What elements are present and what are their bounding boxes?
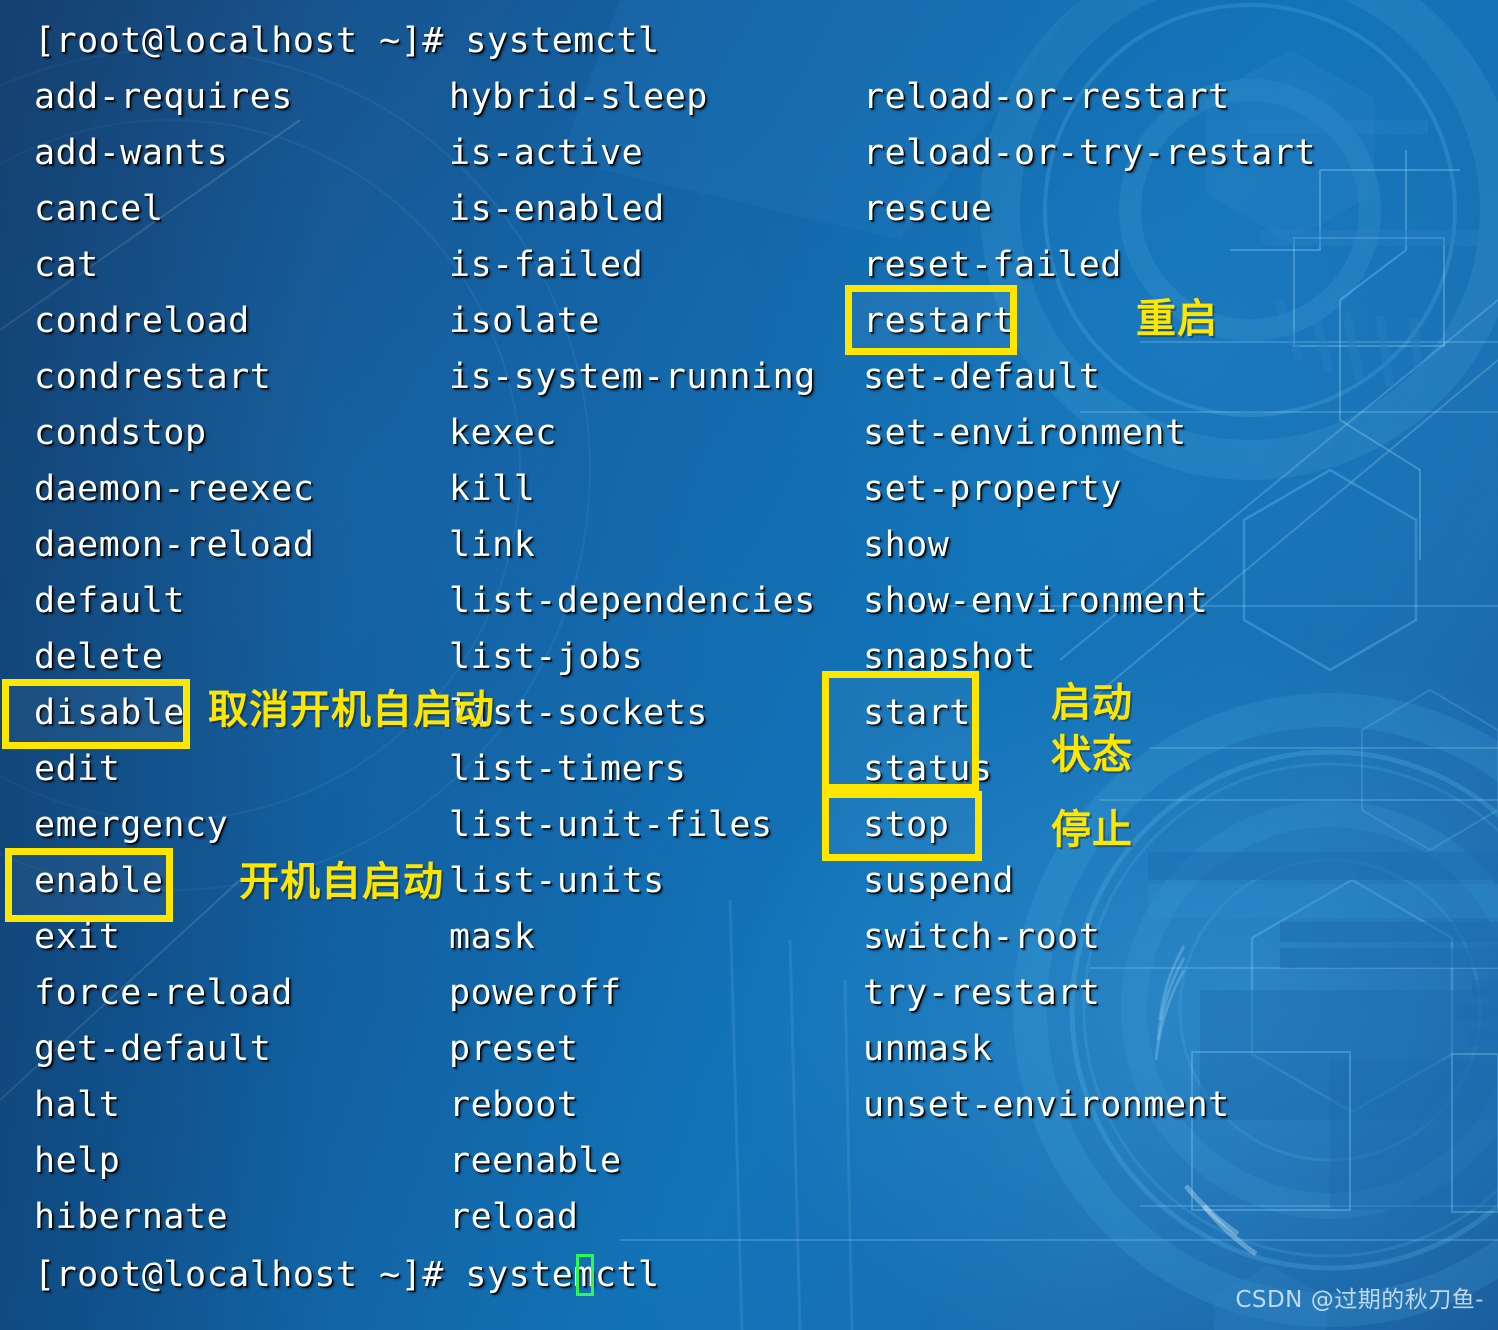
command-halt[interactable]: halt bbox=[34, 1086, 120, 1124]
command-set-environment[interactable]: set-environment bbox=[863, 414, 1187, 452]
command-mask[interactable]: mask bbox=[449, 918, 535, 956]
annotation-status: 状态 bbox=[1051, 732, 1133, 778]
command-reload[interactable]: reload bbox=[449, 1198, 578, 1236]
command-daemon-reexec[interactable]: daemon-reexec bbox=[34, 470, 314, 508]
command-kill[interactable]: kill bbox=[449, 470, 535, 508]
command-list-dependencies[interactable]: list-dependencies bbox=[449, 582, 816, 620]
annotation-stop: 停止 bbox=[1051, 807, 1133, 853]
highlight-box-enable bbox=[5, 848, 173, 922]
command-is-system-running[interactable]: is-system-running bbox=[449, 358, 816, 396]
command-emergency[interactable]: emergency bbox=[34, 806, 228, 844]
command-condrestart[interactable]: condrestart bbox=[34, 358, 271, 396]
command-reset-failed[interactable]: reset-failed bbox=[863, 246, 1122, 284]
command-list-unit-files[interactable]: list-unit-files bbox=[449, 806, 773, 844]
command-hibernate[interactable]: hibernate bbox=[34, 1198, 228, 1236]
command-daemon-reload[interactable]: daemon-reload bbox=[34, 526, 314, 564]
command-rescue[interactable]: rescue bbox=[863, 190, 992, 228]
annotation-start: 启动 bbox=[1051, 680, 1133, 726]
highlight-box-stop bbox=[822, 791, 982, 861]
command-isolate[interactable]: isolate bbox=[449, 302, 600, 340]
command-try-restart[interactable]: try-restart bbox=[863, 974, 1100, 1012]
command-preset[interactable]: preset bbox=[449, 1030, 578, 1068]
highlight-box-restart bbox=[845, 285, 1017, 355]
command-show[interactable]: show bbox=[863, 526, 949, 564]
terminal-screenshot: [root@localhost ~]# systemctl add-requir… bbox=[0, 0, 1498, 1330]
command-help[interactable]: help bbox=[34, 1142, 120, 1180]
command-link[interactable]: link bbox=[449, 526, 535, 564]
command-add-requires[interactable]: add-requires bbox=[34, 78, 293, 116]
command-list-units[interactable]: list-units bbox=[449, 862, 665, 900]
highlight-box-disable bbox=[2, 679, 190, 749]
command-suspend[interactable]: suspend bbox=[863, 862, 1014, 900]
csdn-watermark: CSDN @过期的秋刀鱼- bbox=[1235, 1287, 1484, 1313]
command-reboot[interactable]: reboot bbox=[449, 1086, 578, 1124]
command-is-failed[interactable]: is-failed bbox=[449, 246, 643, 284]
annotation-enable: 开机自启动 bbox=[239, 859, 444, 905]
command-reload-or-restart[interactable]: reload-or-restart bbox=[863, 78, 1230, 116]
command-reload-or-try-restart[interactable]: reload-or-try-restart bbox=[863, 134, 1316, 172]
prompt-line-bottom: [root@localhost ~]# systemctl bbox=[34, 1255, 660, 1295]
command-switch-root[interactable]: switch-root bbox=[863, 918, 1100, 956]
block-cursor bbox=[576, 1254, 594, 1296]
terminal-output: [root@localhost ~]# systemctl add-requir… bbox=[0, 0, 1498, 1330]
command-delete[interactable]: delete bbox=[34, 638, 163, 676]
command-is-active[interactable]: is-active bbox=[449, 134, 643, 172]
command-unset-environment[interactable]: unset-environment bbox=[863, 1086, 1230, 1124]
annotation-disable: 取消开机自启动 bbox=[208, 687, 495, 733]
command-default[interactable]: default bbox=[34, 582, 185, 620]
command-reenable[interactable]: reenable bbox=[449, 1142, 622, 1180]
command-add-wants[interactable]: add-wants bbox=[34, 134, 228, 172]
command-set-property[interactable]: set-property bbox=[863, 470, 1122, 508]
command-hybrid-sleep[interactable]: hybrid-sleep bbox=[449, 78, 708, 116]
command-condstop[interactable]: condstop bbox=[34, 414, 207, 452]
command-condreload[interactable]: condreload bbox=[34, 302, 250, 340]
command-set-default[interactable]: set-default bbox=[863, 358, 1100, 396]
command-show-environment[interactable]: show-environment bbox=[863, 582, 1208, 620]
command-cat[interactable]: cat bbox=[34, 246, 99, 284]
command-unmask[interactable]: unmask bbox=[863, 1030, 992, 1068]
command-poweroff[interactable]: poweroff bbox=[449, 974, 622, 1012]
command-list-jobs[interactable]: list-jobs bbox=[449, 638, 643, 676]
command-edit[interactable]: edit bbox=[34, 750, 120, 788]
command-exit[interactable]: exit bbox=[34, 918, 120, 956]
command-force-reload[interactable]: force-reload bbox=[34, 974, 293, 1012]
highlight-box-start-status bbox=[822, 671, 979, 791]
command-cancel[interactable]: cancel bbox=[34, 190, 163, 228]
command-list-timers[interactable]: list-timers bbox=[449, 750, 686, 788]
annotation-restart: 重启 bbox=[1136, 296, 1218, 342]
command-is-enabled[interactable]: is-enabled bbox=[449, 190, 665, 228]
prompt-line-top: [root@localhost ~]# systemctl bbox=[34, 21, 660, 61]
command-kexec[interactable]: kexec bbox=[449, 414, 557, 452]
command-get-default[interactable]: get-default bbox=[34, 1030, 271, 1068]
